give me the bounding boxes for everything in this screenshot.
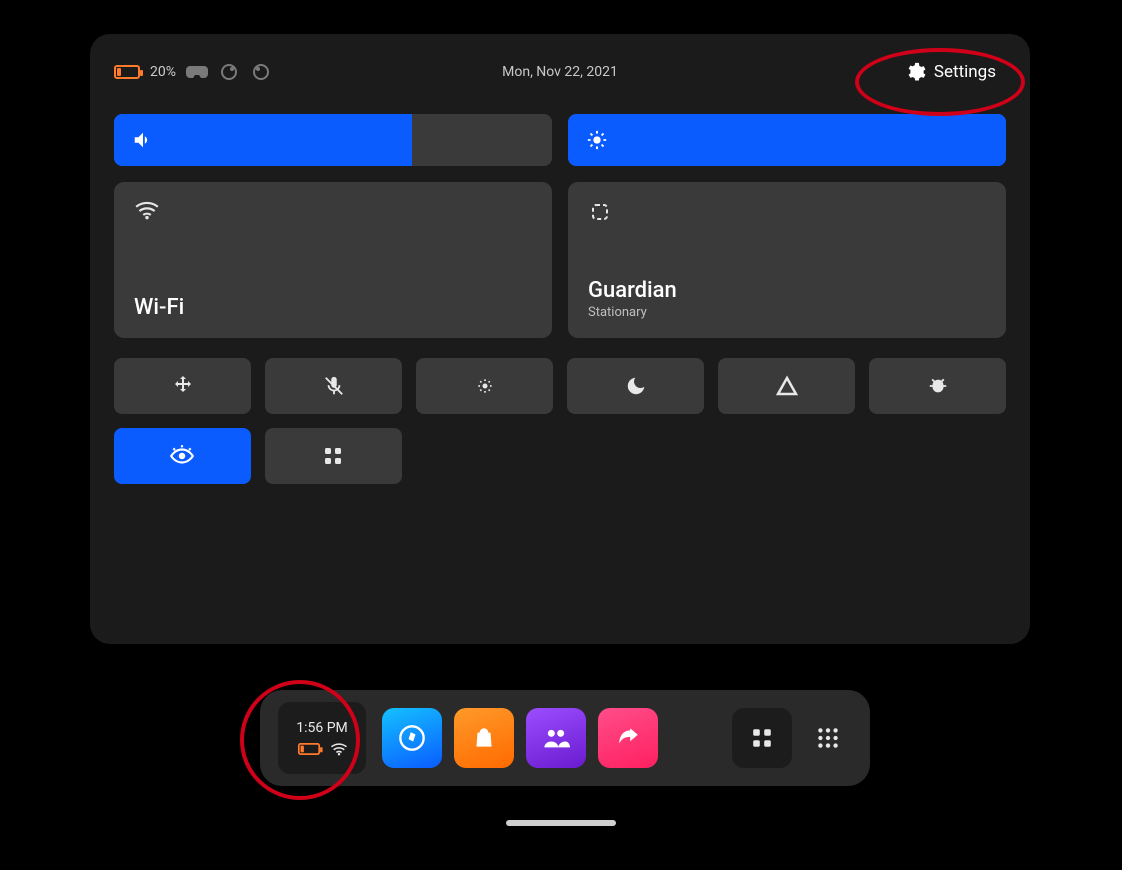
battery-icon (114, 65, 140, 79)
explore-app-tile[interactable] (382, 708, 442, 768)
move-icon (171, 374, 195, 398)
reset-view-button[interactable] (114, 358, 251, 414)
guardian-title: Guardian (588, 278, 986, 303)
passthrough-button[interactable] (718, 358, 855, 414)
moon-icon (625, 375, 647, 397)
bug-report-button[interactable] (869, 358, 1006, 414)
library-tile[interactable] (732, 708, 792, 768)
dock-time: 1:56 PM (296, 720, 348, 736)
share-app-tile[interactable] (598, 708, 658, 768)
cards-row: Wi-Fi Guardian Stationary (114, 182, 1006, 338)
panel-header: 20% Mon, Nov 22, 2021 Settings (114, 50, 1006, 94)
quick-settings-panel: 20% Mon, Nov 22, 2021 Settings (90, 34, 1030, 644)
volume-slider[interactable] (114, 114, 552, 166)
bag-icon (471, 725, 497, 751)
settings-label: Settings (934, 62, 996, 82)
grid-icon (751, 727, 773, 749)
dock-bar: 1:56 PM (260, 690, 870, 786)
status-indicators: 20% (114, 61, 272, 83)
guardian-icon (588, 200, 986, 224)
quick-actions-row1 (114, 358, 1006, 414)
brightness-slider[interactable] (568, 114, 1006, 166)
guardian-sub: Stationary (588, 305, 986, 320)
wifi-icon (330, 742, 348, 756)
compass-icon (398, 724, 426, 752)
brightness-icon (586, 129, 608, 151)
people-icon (542, 724, 570, 752)
night-mode-button[interactable] (567, 358, 704, 414)
dock-apps (382, 708, 658, 768)
triangle-icon (775, 374, 799, 398)
wifi-icon (134, 200, 532, 220)
settings-button[interactable]: Settings (894, 55, 1006, 89)
apps-icon (815, 725, 841, 751)
headset-icon (186, 61, 208, 83)
battery-icon (298, 743, 320, 755)
brightness-low-icon (475, 376, 495, 396)
eye-comfort-button[interactable] (114, 428, 251, 484)
quick-actions-row2 (114, 428, 1006, 484)
gear-icon (904, 61, 926, 83)
store-app-tile[interactable] (454, 708, 514, 768)
mic-mute-button[interactable] (265, 358, 402, 414)
guardian-card[interactable]: Guardian Stationary (568, 182, 1006, 338)
dock-status-icons (296, 742, 348, 756)
grid-icon (323, 446, 343, 466)
all-apps-button[interactable] (804, 714, 852, 762)
bug-icon (927, 375, 949, 397)
sliders-row (114, 114, 1006, 166)
mic-off-icon (323, 375, 345, 397)
share-icon (615, 725, 641, 751)
home-indicator (506, 820, 616, 826)
dock-right (732, 708, 852, 768)
apps-grid-button[interactable] (265, 428, 402, 484)
volume-icon (132, 129, 154, 151)
wifi-title: Wi-Fi (134, 295, 532, 320)
wifi-card[interactable]: Wi-Fi (114, 182, 552, 338)
dock-status-tile[interactable]: 1:56 PM (278, 702, 366, 774)
controller-left-icon (218, 61, 240, 83)
battery-percent: 20% (150, 64, 176, 80)
people-app-tile[interactable] (526, 708, 586, 768)
brightness-low-button[interactable] (416, 358, 553, 414)
controller-right-icon (250, 61, 272, 83)
eye-icon (169, 443, 195, 469)
